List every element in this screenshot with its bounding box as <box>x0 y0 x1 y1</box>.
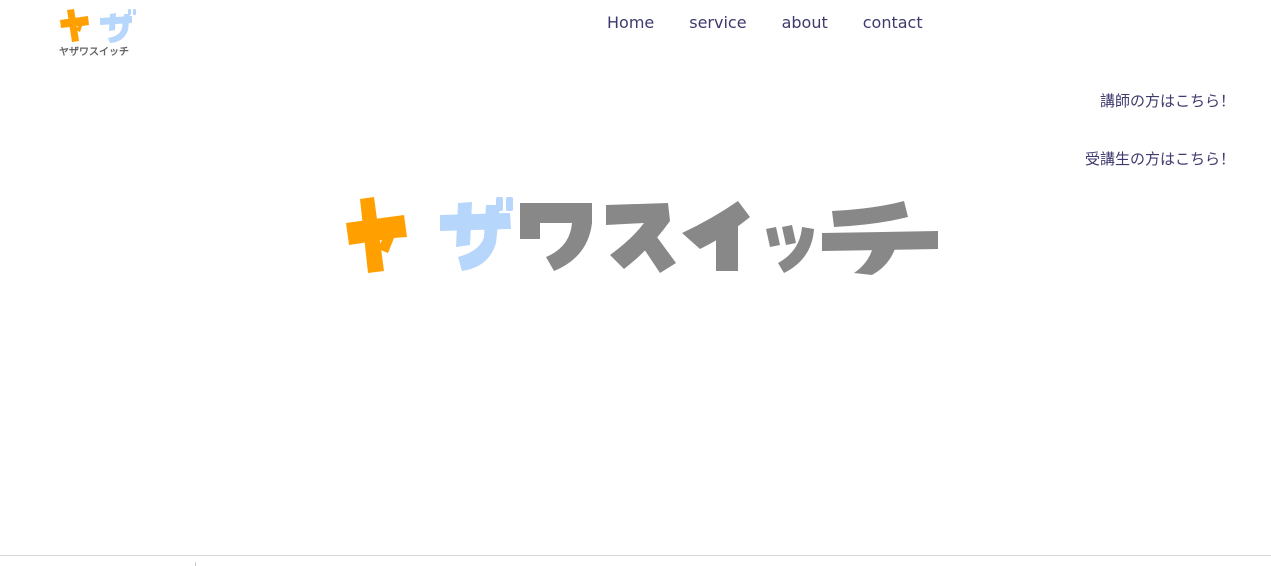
page: ヤザワスイッチ Home service about contact 講師の方は… <box>0 0 1271 566</box>
scroll-tick <box>195 562 196 566</box>
main-nav: Home service about contact <box>607 13 923 32</box>
hero-logo-icon <box>346 197 938 275</box>
teacher-link[interactable]: 講師の方はこちら！ <box>1100 90 1235 111</box>
nav-about-link[interactable]: about <box>782 13 828 32</box>
nav-home-link[interactable]: Home <box>607 13 654 32</box>
nav-service-link[interactable]: service <box>689 13 746 32</box>
nav-contact-link[interactable]: contact <box>863 13 923 32</box>
logo-subtext: ヤザワスイッチ <box>59 47 129 58</box>
student-link[interactable]: 受講生の方はこちら！ <box>1085 148 1235 169</box>
logo-mark-icon <box>60 9 136 43</box>
bottom-divider <box>0 555 1271 556</box>
